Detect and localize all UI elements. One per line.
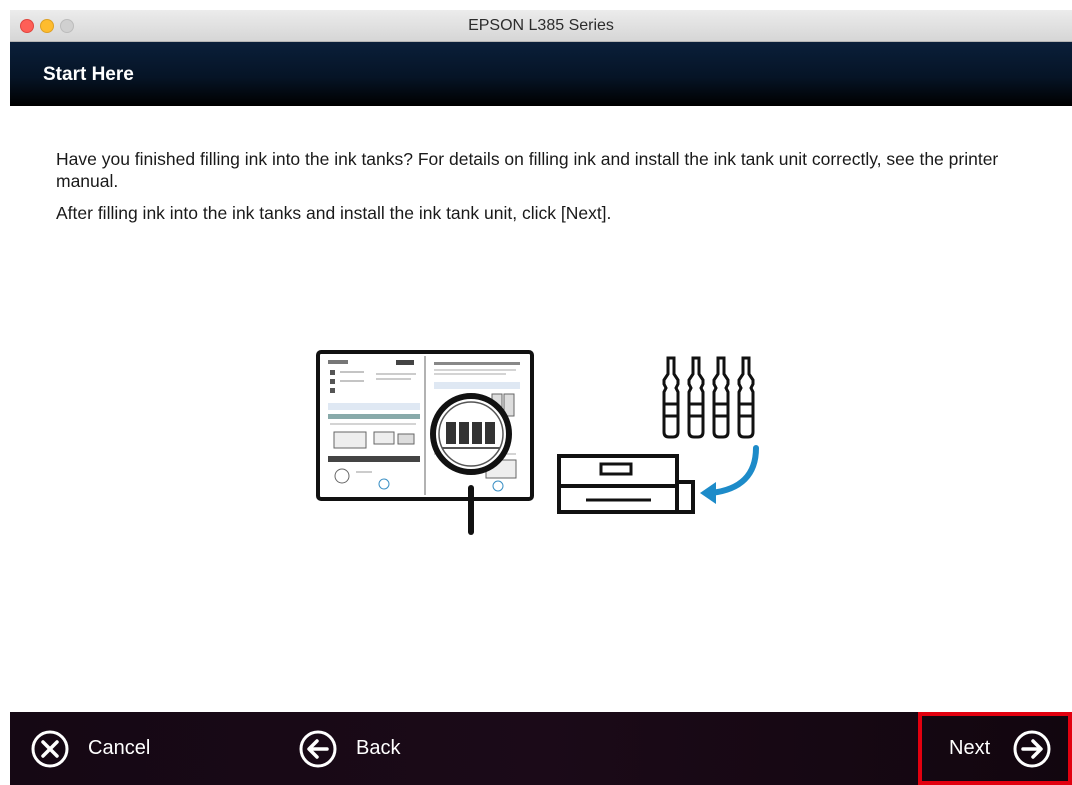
back-label: Back: [356, 737, 401, 759]
cancel-label: Cancel: [88, 737, 151, 759]
arrow-right-circle-icon: [1012, 729, 1052, 769]
page-title: Start Here: [43, 64, 134, 85]
next-label: Next: [949, 737, 991, 759]
window-titlebar: EPSON L385 Series: [10, 10, 1072, 42]
back-button[interactable]: Back: [298, 712, 400, 785]
instruction-text-2: After filling ink into the ink tanks and…: [56, 203, 612, 223]
header-bar: Start Here: [10, 42, 1072, 106]
cancel-button[interactable]: Cancel: [30, 712, 150, 785]
ink-filling-illustration: [316, 348, 786, 543]
ink-bottles-icon: [662, 356, 755, 439]
instruction-text-1: Have you finished filling ink into the i…: [56, 149, 999, 191]
next-button[interactable]: Next: [918, 712, 1072, 785]
x-circle-icon: [30, 729, 70, 769]
footer-bar: Cancel Back Next: [10, 712, 1072, 785]
instructions: Have you finished filling ink into the i…: [56, 148, 1046, 234]
curved-arrow-icon: [700, 445, 759, 504]
arrow-left-circle-icon: [298, 729, 338, 769]
magnifying-glass-icon: [430, 393, 512, 535]
printer-icon: [557, 454, 695, 514]
window-title: EPSON L385 Series: [468, 17, 614, 34]
